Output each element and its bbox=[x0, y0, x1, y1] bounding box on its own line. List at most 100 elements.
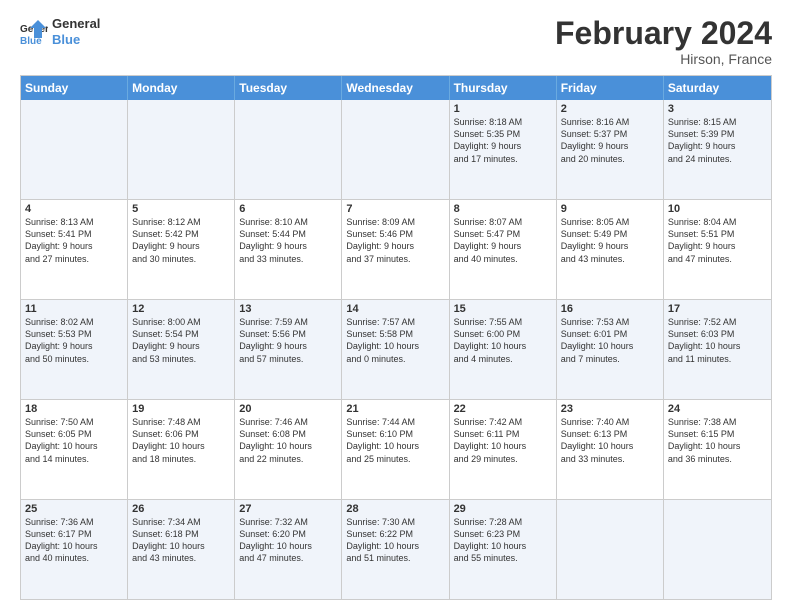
cell-line: and 18 minutes. bbox=[132, 453, 230, 465]
cell-line: and 17 minutes. bbox=[454, 153, 552, 165]
calendar-cell: 9Sunrise: 8:05 AMSunset: 5:49 PMDaylight… bbox=[557, 200, 664, 299]
calendar-row-0: 1Sunrise: 8:18 AMSunset: 5:35 PMDaylight… bbox=[21, 100, 771, 200]
calendar-body: 1Sunrise: 8:18 AMSunset: 5:35 PMDaylight… bbox=[21, 100, 771, 599]
cell-line: Daylight: 9 hours bbox=[668, 140, 767, 152]
cell-line: Daylight: 10 hours bbox=[239, 440, 337, 452]
cell-line: Sunrise: 7:36 AM bbox=[25, 516, 123, 528]
cell-line: Sunrise: 7:46 AM bbox=[239, 416, 337, 428]
cell-line: Sunrise: 7:38 AM bbox=[668, 416, 767, 428]
day-number: 9 bbox=[561, 203, 659, 215]
cell-line: Sunset: 5:37 PM bbox=[561, 128, 659, 140]
day-number: 28 bbox=[346, 503, 444, 515]
cell-line: Sunrise: 8:10 AM bbox=[239, 216, 337, 228]
cell-line: Sunset: 5:49 PM bbox=[561, 228, 659, 240]
cell-line: Daylight: 10 hours bbox=[346, 340, 444, 352]
cell-line: Daylight: 9 hours bbox=[239, 340, 337, 352]
calendar-cell: 24Sunrise: 7:38 AMSunset: 6:15 PMDayligh… bbox=[664, 400, 771, 499]
cell-line: Sunrise: 8:07 AM bbox=[454, 216, 552, 228]
cell-line: Daylight: 9 hours bbox=[346, 240, 444, 252]
cell-line: and 7 minutes. bbox=[561, 353, 659, 365]
cell-line: Daylight: 10 hours bbox=[132, 540, 230, 552]
cell-line: and 40 minutes. bbox=[454, 253, 552, 265]
day-number: 21 bbox=[346, 403, 444, 415]
page: General Blue General Blue February 2024 … bbox=[0, 0, 792, 612]
day-number: 29 bbox=[454, 503, 552, 515]
cell-line: Sunset: 6:10 PM bbox=[346, 428, 444, 440]
calendar-cell: 21Sunrise: 7:44 AMSunset: 6:10 PMDayligh… bbox=[342, 400, 449, 499]
calendar-cell bbox=[342, 100, 449, 199]
cell-line: Daylight: 10 hours bbox=[239, 540, 337, 552]
cell-line: Sunrise: 7:42 AM bbox=[454, 416, 552, 428]
cell-line: and 29 minutes. bbox=[454, 453, 552, 465]
calendar-cell: 27Sunrise: 7:32 AMSunset: 6:20 PMDayligh… bbox=[235, 500, 342, 599]
logo: General Blue General Blue bbox=[20, 16, 100, 47]
month-title: February 2024 bbox=[555, 16, 772, 51]
cell-line: and 51 minutes. bbox=[346, 552, 444, 564]
cell-line: Daylight: 10 hours bbox=[561, 440, 659, 452]
calendar-cell: 13Sunrise: 7:59 AMSunset: 5:56 PMDayligh… bbox=[235, 300, 342, 399]
cell-line: Daylight: 10 hours bbox=[25, 540, 123, 552]
calendar-cell: 26Sunrise: 7:34 AMSunset: 6:18 PMDayligh… bbox=[128, 500, 235, 599]
cell-line: Daylight: 10 hours bbox=[454, 440, 552, 452]
calendar-cell: 14Sunrise: 7:57 AMSunset: 5:58 PMDayligh… bbox=[342, 300, 449, 399]
cell-line: Sunrise: 7:44 AM bbox=[346, 416, 444, 428]
cell-line: Sunset: 6:22 PM bbox=[346, 528, 444, 540]
cell-line: Sunrise: 8:18 AM bbox=[454, 116, 552, 128]
header-friday: Friday bbox=[557, 76, 664, 100]
day-number: 11 bbox=[25, 303, 123, 315]
calendar-row-2: 11Sunrise: 8:02 AMSunset: 5:53 PMDayligh… bbox=[21, 300, 771, 400]
calendar-cell: 15Sunrise: 7:55 AMSunset: 6:00 PMDayligh… bbox=[450, 300, 557, 399]
cell-line: Sunrise: 7:28 AM bbox=[454, 516, 552, 528]
header-wednesday: Wednesday bbox=[342, 76, 449, 100]
cell-line: and 36 minutes. bbox=[668, 453, 767, 465]
cell-line: and 24 minutes. bbox=[668, 153, 767, 165]
cell-line: Sunset: 5:46 PM bbox=[346, 228, 444, 240]
day-number: 18 bbox=[25, 403, 123, 415]
cell-line: and 43 minutes. bbox=[561, 253, 659, 265]
calendar-cell: 4Sunrise: 8:13 AMSunset: 5:41 PMDaylight… bbox=[21, 200, 128, 299]
day-number: 23 bbox=[561, 403, 659, 415]
calendar-row-1: 4Sunrise: 8:13 AMSunset: 5:41 PMDaylight… bbox=[21, 200, 771, 300]
day-number: 6 bbox=[239, 203, 337, 215]
cell-line: and 40 minutes. bbox=[25, 552, 123, 564]
calendar-cell: 29Sunrise: 7:28 AMSunset: 6:23 PMDayligh… bbox=[450, 500, 557, 599]
calendar-cell: 10Sunrise: 8:04 AMSunset: 5:51 PMDayligh… bbox=[664, 200, 771, 299]
calendar-cell: 8Sunrise: 8:07 AMSunset: 5:47 PMDaylight… bbox=[450, 200, 557, 299]
header-sunday: Sunday bbox=[21, 76, 128, 100]
cell-line: and 20 minutes. bbox=[561, 153, 659, 165]
day-number: 13 bbox=[239, 303, 337, 315]
cell-line: and 4 minutes. bbox=[454, 353, 552, 365]
day-number: 12 bbox=[132, 303, 230, 315]
day-number: 19 bbox=[132, 403, 230, 415]
cell-line: Sunset: 5:47 PM bbox=[454, 228, 552, 240]
cell-line: and 22 minutes. bbox=[239, 453, 337, 465]
cell-line: Daylight: 10 hours bbox=[454, 540, 552, 552]
cell-line: and 30 minutes. bbox=[132, 253, 230, 265]
header-monday: Monday bbox=[128, 76, 235, 100]
cell-line: Sunrise: 7:55 AM bbox=[454, 316, 552, 328]
day-number: 17 bbox=[668, 303, 767, 315]
day-number: 15 bbox=[454, 303, 552, 315]
cell-line: Sunrise: 8:12 AM bbox=[132, 216, 230, 228]
cell-line: Sunrise: 7:50 AM bbox=[25, 416, 123, 428]
cell-line: Sunset: 6:00 PM bbox=[454, 328, 552, 340]
cell-line: Sunrise: 7:59 AM bbox=[239, 316, 337, 328]
calendar-cell: 18Sunrise: 7:50 AMSunset: 6:05 PMDayligh… bbox=[21, 400, 128, 499]
cell-line: Sunrise: 8:00 AM bbox=[132, 316, 230, 328]
calendar-cell bbox=[235, 100, 342, 199]
cell-line: Sunset: 5:58 PM bbox=[346, 328, 444, 340]
day-number: 8 bbox=[454, 203, 552, 215]
cell-line: Daylight: 10 hours bbox=[454, 340, 552, 352]
cell-line: and 33 minutes. bbox=[561, 453, 659, 465]
cell-line: and 0 minutes. bbox=[346, 353, 444, 365]
calendar-cell bbox=[557, 500, 664, 599]
header: General Blue General Blue February 2024 … bbox=[20, 16, 772, 67]
calendar-cell: 17Sunrise: 7:52 AMSunset: 6:03 PMDayligh… bbox=[664, 300, 771, 399]
cell-line: Daylight: 9 hours bbox=[561, 140, 659, 152]
day-number: 2 bbox=[561, 103, 659, 115]
calendar-row-3: 18Sunrise: 7:50 AMSunset: 6:05 PM Dayligh… bbox=[21, 400, 771, 500]
calendar-cell bbox=[21, 100, 128, 199]
cell-line: Sunset: 6:05 PM bbox=[25, 428, 123, 440]
cell-line: Sunset: 6:15 PM bbox=[668, 428, 767, 440]
cell-line: Sunset: 6:13 PM bbox=[561, 428, 659, 440]
